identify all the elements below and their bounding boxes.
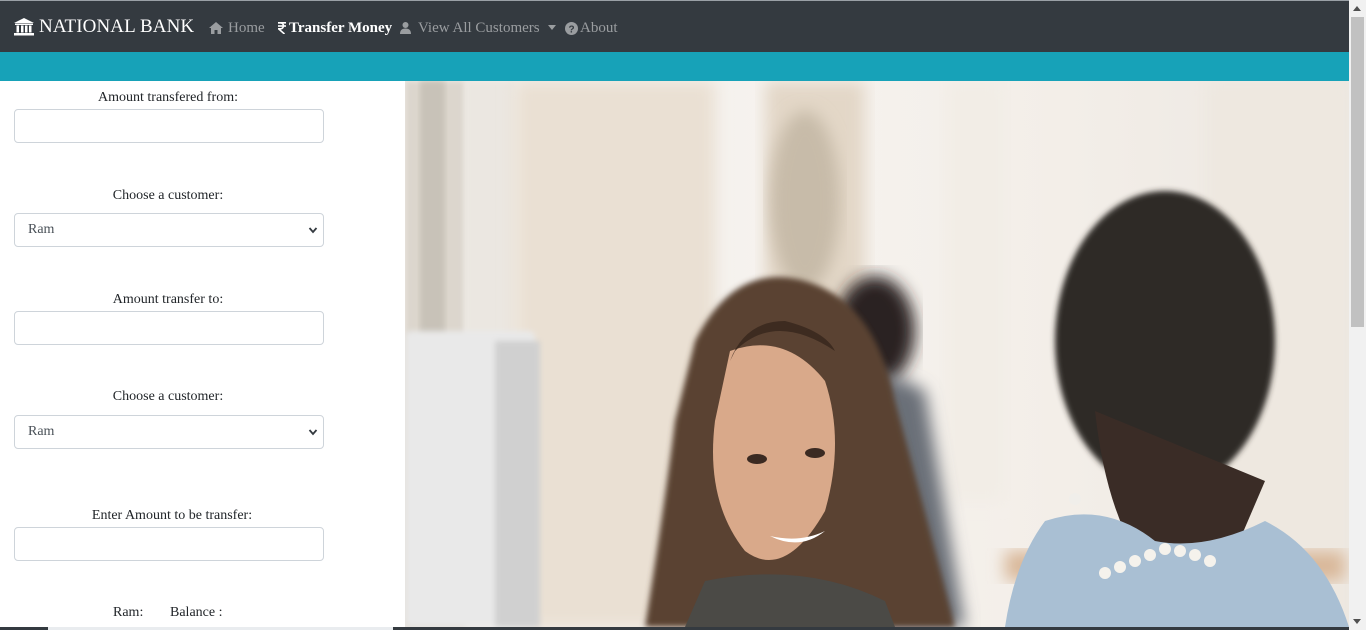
- to-customer-select[interactable]: Ram: [14, 415, 324, 449]
- to-amount-input[interactable]: [14, 311, 324, 345]
- nav-view-all-customers[interactable]: View All Customers: [400, 18, 556, 38]
- hero-photo: [405, 81, 1349, 627]
- nav-about-label: About: [580, 19, 618, 36]
- nav-transfer-money-label: Transfer Money: [289, 19, 393, 36]
- nav-view-all-customers-label: View All Customers: [418, 19, 540, 36]
- to-label: Amount transfer to:: [112, 292, 224, 307]
- brand-text: NATIONAL BANK: [39, 16, 195, 37]
- chevron-down-icon: [308, 225, 318, 235]
- page: NATIONAL BANK Home Transfer Money View A…: [0, 0, 1366, 630]
- scroll-down-icon[interactable]: [1353, 619, 1361, 624]
- top-navbar: NATIONAL BANK Home Transfer Money View A…: [0, 0, 1349, 52]
- from-customer-select[interactable]: Ram: [14, 213, 324, 247]
- amount-label: Enter Amount to be transfer:: [91, 508, 253, 523]
- brand-link[interactable]: NATIONAL BANK: [14, 15, 194, 39]
- customer-label-2: Choose a customer:: [112, 389, 224, 404]
- from-label: Amount transfered from:: [98, 90, 238, 105]
- transfer-form: Amount transfered from: Choose a custome…: [0, 81, 405, 630]
- chevron-down-icon: [547, 24, 556, 30]
- bank-icon: [14, 18, 34, 36]
- accent-bar: [0, 52, 1349, 81]
- scroll-up-icon[interactable]: [1353, 6, 1361, 11]
- nav-home-label: Home: [228, 19, 265, 36]
- to-customer-value: Ram: [28, 424, 55, 439]
- home-icon: [209, 22, 223, 34]
- user-icon: [400, 22, 411, 34]
- from-amount-input[interactable]: [14, 109, 324, 143]
- transfer-amount-input[interactable]: [14, 527, 324, 561]
- nav-home[interactable]: Home: [209, 18, 265, 38]
- svg-text:?: ?: [568, 24, 574, 35]
- balance-label: Balance :: [170, 605, 223, 620]
- from-customer-value: Ram: [28, 222, 55, 237]
- customer-label-1: Choose a customer:: [112, 188, 224, 203]
- balance-customer-name: Ram:: [113, 605, 144, 620]
- page-scrollbar[interactable]: [1349, 0, 1366, 630]
- scroll-thumb[interactable]: [1351, 17, 1364, 327]
- nav-transfer-money[interactable]: Transfer Money: [278, 18, 392, 38]
- chevron-down-icon: [308, 427, 318, 437]
- nav-about[interactable]: ? About: [565, 18, 618, 38]
- question-circle-icon: ?: [565, 21, 578, 35]
- rupee-icon: [278, 22, 286, 34]
